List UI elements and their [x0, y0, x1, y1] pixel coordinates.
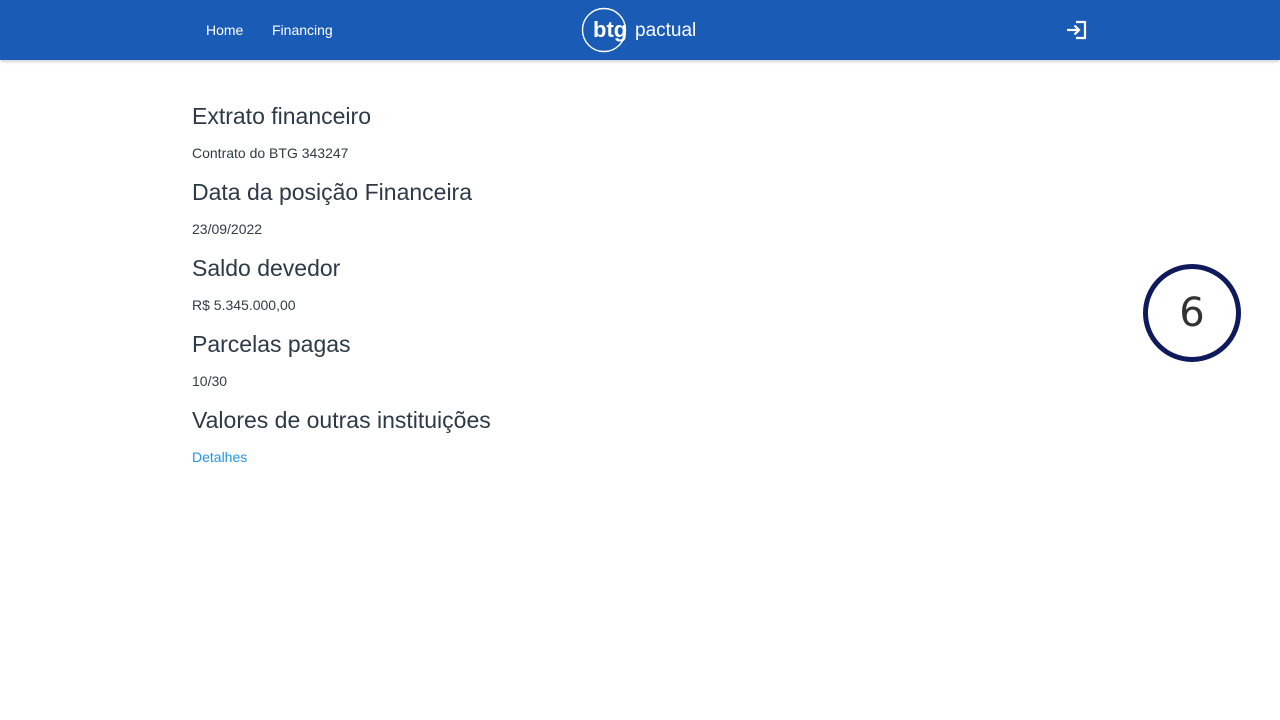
logo-text-btg: btg [593, 17, 627, 42]
details-link-container: Detalhes [192, 448, 247, 466]
step-number-badge: 6 [1143, 264, 1241, 362]
details-link[interactable]: Detalhes [192, 449, 247, 465]
contract-number: Contrato do BTG 343247 [192, 145, 349, 161]
section-title-outstanding-balance: Saldo devedor [192, 255, 341, 281]
btg-pactual-logo[interactable]: btg pactual [580, 6, 704, 54]
paid-installments-value: 10/30 [192, 373, 228, 389]
section-title-position-date: Data da posição Financeira [192, 179, 472, 205]
nav-link-home[interactable]: Home [206, 21, 243, 39]
outstanding-balance-value: R$ 5.345.000,00 [192, 297, 296, 313]
section-title-other-institutions: Valores de outras instituições [192, 407, 491, 433]
nav-link-financing[interactable]: Financing [272, 21, 333, 39]
position-date-value: 23/09/2022 [192, 221, 263, 237]
step-number: 6 [1179, 290, 1205, 336]
logo-text-pactual: pactual [635, 20, 696, 41]
login-arrow-icon[interactable] [1064, 18, 1090, 42]
page: Home Financing btg pactual Extrato finan… [0, 0, 1280, 720]
section-title-paid-installments: Parcelas pagas [192, 331, 351, 357]
top-navbar: Home Financing btg pactual [0, 0, 1280, 60]
section-title-statement: Extrato financeiro [192, 103, 371, 129]
